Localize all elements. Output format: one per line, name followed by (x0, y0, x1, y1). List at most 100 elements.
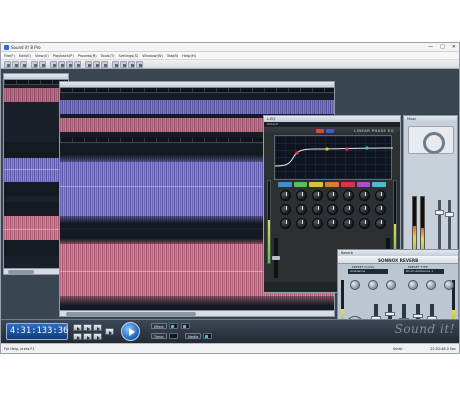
timer-button[interactable]: Timer (151, 333, 167, 339)
scrollbar-thumb[interactable] (66, 312, 196, 316)
eq-band-5[interactable] (340, 182, 355, 187)
mixer-title: Mixer (404, 116, 457, 122)
media-toggle[interactable] (203, 333, 212, 339)
marker-icon[interactable] (112, 60, 119, 68)
menu-file[interactable]: File(F) (4, 54, 15, 58)
zoom-out-icon[interactable] (101, 60, 108, 68)
time-ruler[interactable] (60, 88, 334, 93)
reverb-predelay-knob[interactable] (350, 280, 360, 290)
menu-help[interactable]: Help(H) (182, 54, 196, 58)
time-readout: 4:31:133:36 (10, 326, 69, 336)
redo-icon[interactable] (39, 60, 46, 68)
eq-band-4[interactable] (325, 182, 339, 187)
media-button[interactable]: Media (185, 333, 202, 339)
eq-input-gain-fader[interactable] (272, 238, 280, 278)
fx-power-toggle[interactable] (181, 323, 190, 329)
menu-edit[interactable]: Edit(E) (19, 54, 31, 58)
reverb-tone-knob[interactable] (444, 280, 454, 290)
eq-band-2[interactable] (293, 182, 308, 187)
eq-freq-knob[interactable] (343, 190, 355, 201)
preset-type-select[interactable]: Drum Ambience 1 (404, 269, 444, 274)
copy-icon[interactable] (58, 60, 65, 68)
eq-gain-knob[interactable] (280, 204, 292, 215)
rewind-icon[interactable] (73, 324, 82, 331)
time-display[interactable]: 4:31:133:36 (6, 323, 68, 340)
reverb-width-knob[interactable] (386, 280, 396, 290)
zoom-in-icon[interactable] (93, 60, 100, 68)
eq-gain-knob[interactable] (374, 204, 386, 215)
preset-class-select[interactable]: Ambience (348, 269, 388, 274)
select-icon[interactable] (85, 60, 92, 68)
play-button[interactable] (121, 322, 140, 341)
pencil-icon[interactable] (120, 60, 127, 68)
eq-gain-knob[interactable] (327, 204, 339, 215)
eq-q-knob[interactable] (311, 218, 323, 229)
minimize-button[interactable]: — (428, 44, 433, 50)
eq-band-3[interactable] (309, 182, 324, 187)
timer-toggle[interactable] (169, 333, 178, 339)
new-file-icon[interactable] (4, 60, 11, 68)
undo-icon[interactable] (31, 60, 38, 68)
go-end-icon[interactable] (93, 333, 102, 340)
eq-q-knob[interactable] (358, 218, 370, 229)
eq-q-knob[interactable] (296, 218, 308, 229)
snap-icon[interactable] (128, 60, 135, 68)
menu-window[interactable]: Window(W) (142, 54, 163, 58)
eq-band-6[interactable] (356, 182, 371, 187)
horizontal-scrollbar[interactable] (60, 310, 334, 316)
menu-process[interactable]: Process(R) (78, 54, 97, 58)
cut-icon[interactable] (50, 60, 57, 68)
overview-left[interactable] (60, 100, 334, 114)
eq-q-knob[interactable] (280, 218, 292, 229)
delete-icon[interactable] (74, 60, 81, 68)
eq-gain-knob[interactable] (358, 204, 370, 215)
eq-freq-knob[interactable] (311, 190, 323, 201)
eq-q-knob[interactable] (374, 218, 386, 229)
reverb-decay-knob[interactable] (408, 280, 418, 290)
reverb-name: SONNOX REVERB (378, 257, 419, 263)
eq-bypass-button[interactable] (316, 129, 324, 133)
eq-curve (275, 146, 393, 167)
menu-tab[interactable]: Tab(B) (167, 54, 178, 58)
eq-freq-knob[interactable] (296, 190, 308, 201)
eq-freq-knob[interactable] (280, 190, 292, 201)
forward-icon[interactable] (93, 324, 102, 331)
eq-gain-knob[interactable] (296, 204, 308, 215)
scrollbar-thumb[interactable] (8, 270, 34, 274)
title-bar: Sound it! 8 Pro — □ ✕ (1, 43, 459, 52)
effect-button[interactable]: Effect (151, 323, 167, 329)
eq-compare-button[interactable] (326, 129, 334, 133)
eq-gain-knob[interactable] (311, 204, 323, 215)
reverb-damping-knob[interactable] (426, 280, 436, 290)
eq-frequency-graph[interactable] (274, 135, 393, 180)
menu-playback[interactable]: Playback(P) (53, 54, 74, 58)
eq-q-knob[interactable] (343, 218, 355, 229)
loop-icon[interactable] (105, 328, 114, 335)
go-start-icon[interactable] (73, 333, 82, 340)
eq-freq-knob[interactable] (327, 190, 339, 201)
toolbar (1, 60, 459, 69)
eq-freq-knob[interactable] (374, 190, 386, 201)
save-icon[interactable] (20, 60, 27, 68)
close-button[interactable]: ✕ (452, 44, 456, 50)
transport-bar: 4:31:133:36 Effect Timer Media Sound it! (1, 319, 459, 343)
paste-icon[interactable] (66, 60, 73, 68)
record-icon[interactable] (83, 333, 92, 340)
eq-freq-knob[interactable] (358, 190, 370, 201)
stop-icon[interactable] (83, 324, 92, 331)
maximize-button[interactable]: □ (440, 44, 445, 50)
mixer-master-dial[interactable] (408, 126, 454, 154)
eq-band-7[interactable] (372, 182, 387, 187)
eq-gain-knob[interactable] (343, 204, 355, 215)
eq-band-1[interactable] (278, 182, 292, 187)
loop-icon[interactable] (136, 60, 143, 68)
menu-settings[interactable]: Settings(S) (119, 54, 139, 58)
open-folder-icon[interactable] (12, 60, 19, 68)
app-window: Sound it! 8 Pro — □ ✕ File(F) Edit(E) Vi… (0, 42, 460, 354)
reverb-size-knob[interactable] (368, 280, 378, 290)
eq-input-meter (267, 180, 271, 264)
effect-toggle[interactable] (169, 323, 178, 329)
menu-tools[interactable]: Tools(T) (101, 54, 115, 58)
menu-view[interactable]: View(V) (35, 54, 49, 58)
eq-q-knob[interactable] (327, 218, 339, 229)
